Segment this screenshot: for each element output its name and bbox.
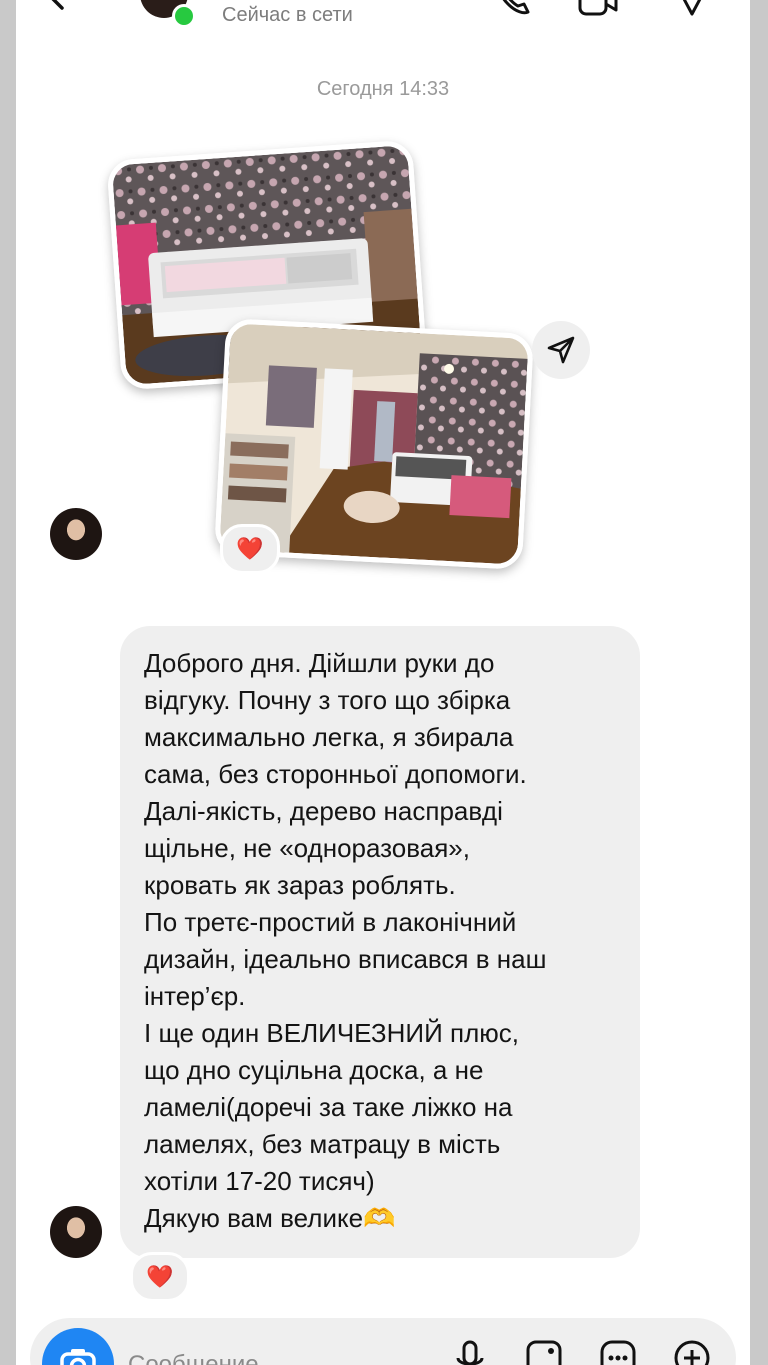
- message-composer: [30, 1318, 736, 1365]
- message-line: Доброго дня. Дійшли руки до: [144, 648, 495, 678]
- message-line: максимально легка, я збирала: [144, 722, 514, 752]
- message-timestamp: Сегодня 14:33: [316, 78, 450, 100]
- heart-icon: ❤️: [146, 1264, 174, 1289]
- heart-icon: ❤️: [236, 536, 264, 561]
- sender-avatar[interactable]: [50, 508, 102, 560]
- message-input[interactable]: [128, 1348, 388, 1365]
- sender-avatar[interactable]: [50, 1206, 102, 1258]
- video-icon[interactable]: [578, 0, 618, 18]
- message-line: інтер’єр.: [144, 981, 246, 1011]
- phone-icon[interactable]: [492, 0, 532, 18]
- message-line: щільне, не «одноразовая»,: [144, 833, 470, 863]
- message-line: сама, без сторонньої допомоги.: [144, 759, 527, 789]
- back-arrow-icon[interactable]: [44, 0, 84, 18]
- message-line: дизайн, ідеально вписався в наш: [144, 944, 547, 974]
- message-line: ламелі(доречі за таке ліжко на: [144, 1092, 513, 1122]
- contact-status: Сейчас в сети: [222, 4, 353, 26]
- gallery-icon[interactable]: [524, 1338, 564, 1365]
- message-reaction[interactable]: ❤️: [130, 1252, 190, 1302]
- message-line: хотіли 17-20 тисяч): [144, 1166, 375, 1196]
- message-line: що дно суцільна доска, а не: [144, 1055, 484, 1085]
- chat-header: Сейчас в сети: [16, 0, 750, 40]
- online-indicator: [172, 4, 196, 28]
- share-button[interactable]: [532, 321, 590, 379]
- message-line: відгуку. Почну з того що збірка: [144, 685, 511, 715]
- camera-button[interactable]: [42, 1328, 114, 1365]
- message-line: Дякую вам велике🫶: [144, 1203, 396, 1233]
- message-line: кровать як зараз роблять.: [144, 870, 456, 900]
- plus-icon[interactable]: [672, 1338, 712, 1365]
- camera-icon: [60, 1349, 96, 1365]
- photo-reaction[interactable]: ❤️: [220, 524, 280, 574]
- tag-icon[interactable]: [672, 0, 712, 18]
- sticker-icon[interactable]: [598, 1338, 638, 1365]
- message-line: І ще один ВЕЛИЧЕЗНИЙ плюс,: [144, 1018, 519, 1048]
- microphone-icon[interactable]: [450, 1338, 490, 1365]
- message-line: По третє-простий в лаконічний: [144, 907, 517, 937]
- message-line: Далі-якість, дерево насправді: [144, 796, 503, 826]
- message-line: ламелях, без матрацу в мість: [144, 1129, 501, 1159]
- chat-screen: Сейчас в сети Сегодня 14:33 ❤️ Доброго д…: [16, 0, 750, 1365]
- send-icon: [547, 336, 575, 364]
- message-bubble[interactable]: Доброго дня. Дійшли руки до відгуку. Почн…: [120, 626, 640, 1258]
